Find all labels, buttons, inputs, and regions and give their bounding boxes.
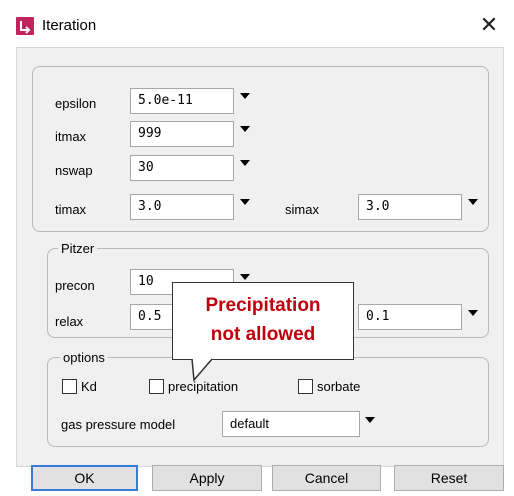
gas-pressure-model-dropdown-icon[interactable] [365, 417, 375, 423]
cancel-button[interactable]: Cancel [272, 465, 381, 491]
timax-dropdown-icon[interactable] [240, 199, 250, 205]
pitzer-group-title: Pitzer [58, 241, 98, 256]
relax-label: relax [55, 314, 84, 329]
callout-line-2: not allowed [210, 324, 316, 345]
itmax-input[interactable]: 999 [130, 121, 234, 147]
epsilon-dropdown-icon[interactable] [240, 93, 250, 99]
precon-label: precon [55, 278, 95, 293]
simax-input[interactable]: 3.0 [358, 194, 462, 220]
apply-button[interactable]: Apply [152, 465, 262, 491]
window-title: Iteration [42, 17, 97, 34]
epsilon-label: epsilon [55, 96, 97, 111]
app-icon [16, 17, 34, 35]
callout-pointer [191, 357, 213, 382]
precipitation-callout: Precipitation not allowed [172, 282, 354, 360]
kd-checkbox[interactable] [62, 379, 77, 394]
callout-line-1: Precipitation [205, 295, 321, 316]
nswap-dropdown-icon[interactable] [240, 160, 250, 166]
timax-input[interactable]: 3.0 [130, 194, 234, 220]
nswap-input[interactable]: 30 [130, 155, 234, 181]
relax-second-input[interactable]: 0.1 [358, 304, 462, 330]
relax-second-dropdown-icon[interactable] [468, 310, 478, 316]
close-icon[interactable]: ✕ [476, 12, 502, 38]
simax-label: simax [285, 202, 319, 217]
timax-label: timax [55, 202, 87, 217]
reset-button[interactable]: Reset [394, 465, 504, 491]
itmax-dropdown-icon[interactable] [240, 126, 250, 132]
kd-label[interactable]: Kd [81, 379, 97, 394]
ok-button[interactable]: OK [31, 465, 138, 491]
sorbate-checkbox[interactable] [298, 379, 313, 394]
gas-pressure-model-label: gas pressure model [61, 417, 176, 432]
itmax-label: itmax [55, 129, 87, 144]
sorbate-label[interactable]: sorbate [317, 379, 360, 394]
simax-dropdown-icon[interactable] [468, 199, 478, 205]
nswap-label: nswap [55, 163, 93, 178]
epsilon-input[interactable]: 5.0e-11 [130, 88, 234, 114]
options-group-title: options [60, 350, 108, 365]
gas-pressure-model-select[interactable]: default [222, 411, 360, 437]
precon-dropdown-icon[interactable] [240, 274, 250, 280]
precipitation-checkbox[interactable] [149, 379, 164, 394]
